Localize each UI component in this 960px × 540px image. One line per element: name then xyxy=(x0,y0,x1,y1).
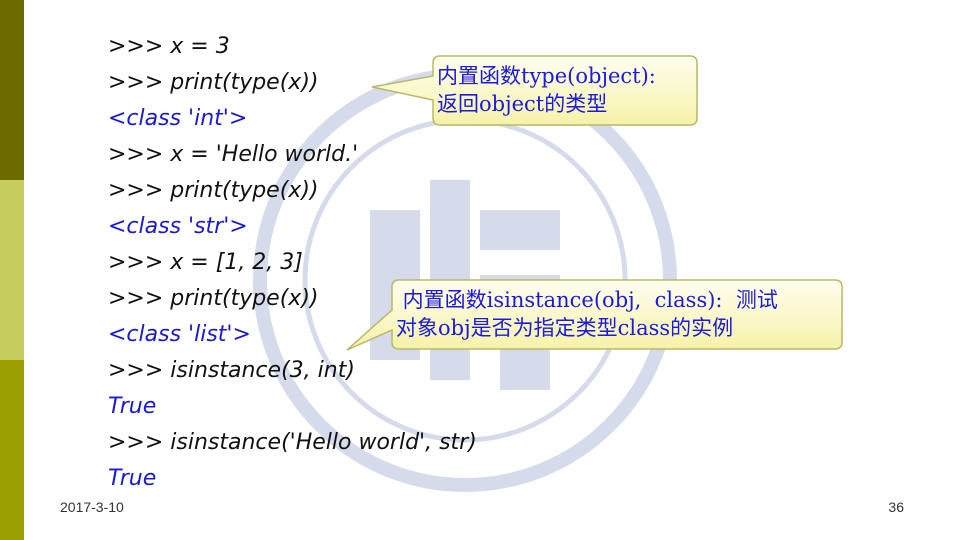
callout-isinstance-line-2: 对象obj是否为指定类型class的实例 xyxy=(396,316,734,340)
footer-date: 2017-3-10 xyxy=(60,499,124,515)
callout-bubble-shape xyxy=(346,279,843,351)
page-number: 36 xyxy=(888,499,904,515)
callout-isinstance-line-1: 内置函数isinstance(obj, class): 测试 xyxy=(396,288,778,312)
